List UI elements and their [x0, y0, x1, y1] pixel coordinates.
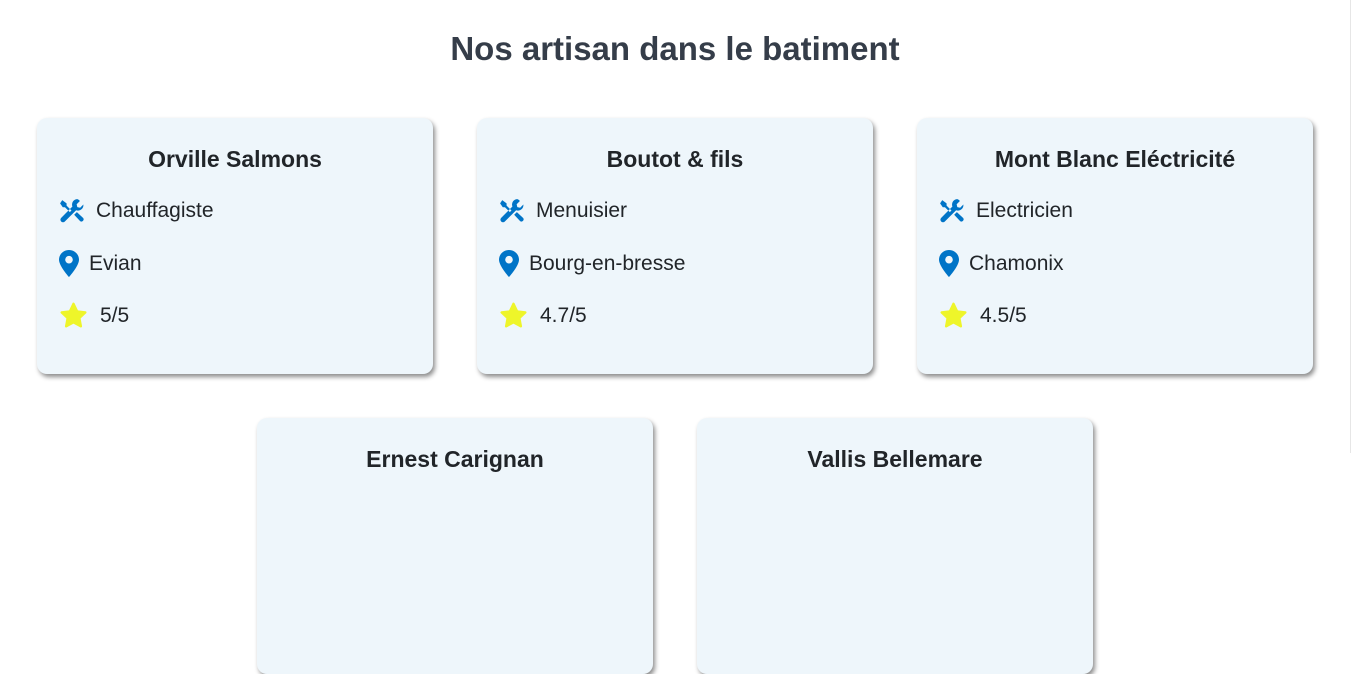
artisan-card[interactable]: Mont Blanc Eléctricité Electricien Chamo… — [917, 118, 1313, 374]
artisan-specialty: Menuisier — [536, 199, 628, 222]
artisan-specialty: Chauffagiste — [96, 199, 214, 222]
tools-icon — [939, 198, 965, 224]
specialty-row: Chauffagiste — [59, 198, 214, 224]
rating-row: 4.7/5 — [499, 302, 587, 329]
map-pin-icon — [499, 250, 519, 277]
specialty-row: Electricien — [939, 198, 1073, 224]
artisan-rating: 4.7/5 — [540, 303, 587, 327]
city-row: Bourg-en-bresse — [499, 250, 685, 277]
artisan-name: Boutot & fils — [606, 146, 744, 172]
artisan-rating: 4.5/5 — [980, 303, 1027, 327]
artisan-name: Ernest Carignan — [366, 446, 544, 472]
map-pin-icon — [939, 250, 959, 277]
city-row: Chamonix — [939, 250, 1064, 277]
artisan-city: Bourg-en-bresse — [529, 251, 686, 275]
artisan-specialty: Electricien — [976, 199, 1073, 222]
star-icon — [499, 302, 528, 329]
artisan-rating: 5/5 — [100, 303, 130, 327]
artisan-city: Chamonix — [969, 251, 1064, 275]
star-icon — [939, 302, 968, 329]
page-title: Nos artisan dans le batiment — [450, 30, 900, 67]
artisan-card[interactable]: Ernest Carignan — [257, 418, 653, 674]
artisan-name: Vallis Bellemare — [807, 446, 983, 472]
artisan-name: Mont Blanc Eléctricité — [994, 146, 1236, 172]
city-row: Evian — [59, 250, 142, 277]
rating-row: 4.5/5 — [939, 302, 1027, 329]
star-icon — [59, 302, 88, 329]
artisan-card[interactable]: Vallis Bellemare — [697, 418, 1093, 674]
tools-icon — [59, 198, 85, 224]
artisan-city: Evian — [89, 251, 142, 275]
tools-icon — [499, 198, 525, 224]
artisan-name: Orville Salmons — [148, 146, 322, 172]
rating-row: 5/5 — [59, 302, 129, 329]
artisan-card[interactable]: Boutot & fils Menuisier Bourg-en-bresse … — [477, 118, 873, 374]
map-pin-icon — [59, 250, 79, 277]
artisan-card[interactable]: Orville Salmons Chauffagiste Evian 5/5 — [37, 118, 433, 374]
specialty-row: Menuisier — [499, 198, 627, 224]
